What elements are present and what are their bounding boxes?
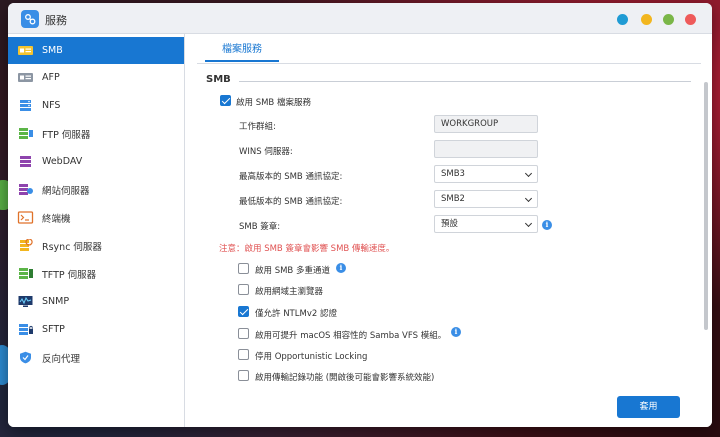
max-protocol-label: 最高版本的 SMB 通訊協定: (239, 172, 343, 182)
min-protocol-label: 最低版本的 SMB 通訊協定: (239, 197, 343, 207)
sidebar-item-label: 網站伺服器 (42, 185, 90, 197)
domain-master-browser-label: 啟用網域主瀏覽器 (255, 287, 324, 297)
web-server-icon (17, 183, 34, 196)
workgroup-field[interactable]: WORKGROUP (434, 115, 538, 133)
signing-warning-text: 注意：啟用 SMB 簽章會影響 SMB 傳輸速度。 (219, 244, 395, 254)
workgroup-label: 工作群組: (239, 122, 276, 132)
nfs-icon (17, 99, 34, 112)
sidebar-item-sftp[interactable]: SFTP (8, 316, 184, 343)
sidebar-item-label: SNMP (42, 296, 70, 307)
smb-multichannel-label: 啟用 SMB 多重通道 (255, 266, 330, 276)
sftp-icon (17, 323, 34, 336)
sidebar-item-label: SFTP (42, 324, 65, 335)
sidebar-item-rsync-server[interactable]: Rsync 伺服器 (8, 232, 184, 259)
smb-signing-label: SMB 簽章: (239, 222, 281, 232)
wins-server-field[interactable] (434, 140, 538, 158)
sidebar-item-ftp-server[interactable]: FTP 伺服器 (8, 120, 184, 147)
smb-icon (17, 44, 34, 57)
sidebar-item-terminal[interactable]: 終端機 (8, 204, 184, 231)
smb-signing-select[interactable]: 預設 (434, 215, 538, 233)
window-maximize-button[interactable] (663, 14, 674, 25)
sidebar-item-label: Rsync 伺服器 (42, 241, 102, 253)
sidebar-item-label: TFTP 伺服器 (42, 269, 97, 281)
ntlmv2-only-checkbox[interactable] (238, 306, 249, 317)
min-protocol-value: SMB2 (441, 194, 465, 204)
sidebar-item-label: NFS (42, 100, 61, 111)
section-title: SMB (206, 74, 231, 85)
sidebar-item-label: 反向代理 (42, 353, 81, 365)
smb-multichannel-info-icon[interactable]: i (336, 263, 346, 273)
services-app-icon (21, 10, 39, 28)
rsync-server-icon (17, 238, 34, 252)
disable-oplocks-label: 停用 Opportunistic Locking (255, 352, 368, 362)
sidebar-item-webdav[interactable]: WebDAV (8, 148, 184, 175)
min-protocol-select[interactable]: SMB2 (434, 190, 538, 208)
window-info-button[interactable] (617, 14, 628, 25)
sidebar-item-nfs[interactable]: NFS (8, 92, 184, 119)
tftp-server-icon (17, 267, 34, 280)
section-divider (239, 81, 691, 82)
snmp-icon (17, 295, 34, 308)
reverse-proxy-icon (17, 351, 34, 364)
macos-vfs-module-label: 啟用可提升 macOS 相容性的 Samba VFS 模組。 (255, 331, 447, 341)
sidebar-item-label: FTP 伺服器 (42, 129, 91, 141)
sidebar-item-label: SMB (42, 45, 63, 56)
macos-vfs-module-checkbox[interactable] (238, 328, 249, 339)
window-minimize-button[interactable] (641, 14, 652, 25)
wins-server-label: WINS 伺服器: (239, 147, 293, 157)
terminal-icon (17, 211, 34, 224)
smb-signing-value: 預設 (441, 219, 459, 229)
ftp-server-icon (17, 127, 34, 140)
domain-master-browser-checkbox[interactable] (238, 284, 249, 295)
max-protocol-value: SMB3 (441, 169, 465, 179)
window-title: 服務 (45, 14, 67, 27)
sidebar-item-reverse-proxy[interactable]: 反向代理 (8, 344, 184, 371)
apply-button[interactable]: 套用 (617, 396, 680, 418)
disable-oplocks-checkbox[interactable] (238, 349, 249, 360)
sidebar-item-smb[interactable]: SMB (8, 37, 184, 64)
enable-smb-checkbox[interactable] (220, 95, 231, 106)
content-scrollbar[interactable] (704, 82, 708, 330)
ntlmv2-only-label: 僅允許 NTLMv2 認證 (255, 309, 337, 319)
main-content: 檔案服務 SMB 啟用 SMB 檔案服務 工作群組: WORKGROUP WIN… (185, 34, 712, 427)
sidebar-item-web-server[interactable]: 網站伺服器 (8, 176, 184, 203)
title-bar: 服務 (8, 3, 712, 34)
sidebar-item-label: 終端機 (42, 213, 71, 225)
max-protocol-select[interactable]: SMB3 (434, 165, 538, 183)
sidebar-item-afp[interactable]: AFP (8, 64, 184, 91)
smb-multichannel-checkbox[interactable] (238, 263, 249, 274)
sidebar-item-label: AFP (42, 72, 60, 83)
smb-signing-info-icon[interactable]: i (542, 220, 552, 230)
webdav-icon (17, 155, 34, 168)
transfer-log-checkbox[interactable] (238, 370, 249, 381)
afp-icon (17, 71, 34, 84)
sidebar-item-snmp[interactable]: SNMP (8, 288, 184, 315)
sidebar-item-tftp-server[interactable]: TFTP 伺服器 (8, 260, 184, 287)
tab-file-services[interactable]: 檔案服務 (205, 40, 279, 62)
tab-divider (197, 63, 701, 64)
enable-smb-label: 啟用 SMB 檔案服務 (236, 98, 311, 108)
macos-vfs-module-info-icon[interactable]: i (451, 327, 461, 337)
transfer-log-label: 啟用傳輸記錄功能 (開啟後可能會影響系統效能) (255, 373, 435, 383)
sidebar: SMB AFP NFS FTP 伺服器 WebDAV 網站伺服器 終端機 Rsy… (8, 34, 185, 427)
window-close-button[interactable] (685, 14, 696, 25)
sidebar-item-label: WebDAV (42, 156, 83, 167)
services-window: 服務 SMB AFP NFS FTP 伺服器 WebDAV 網站伺服器 終端機 … (8, 3, 712, 427)
